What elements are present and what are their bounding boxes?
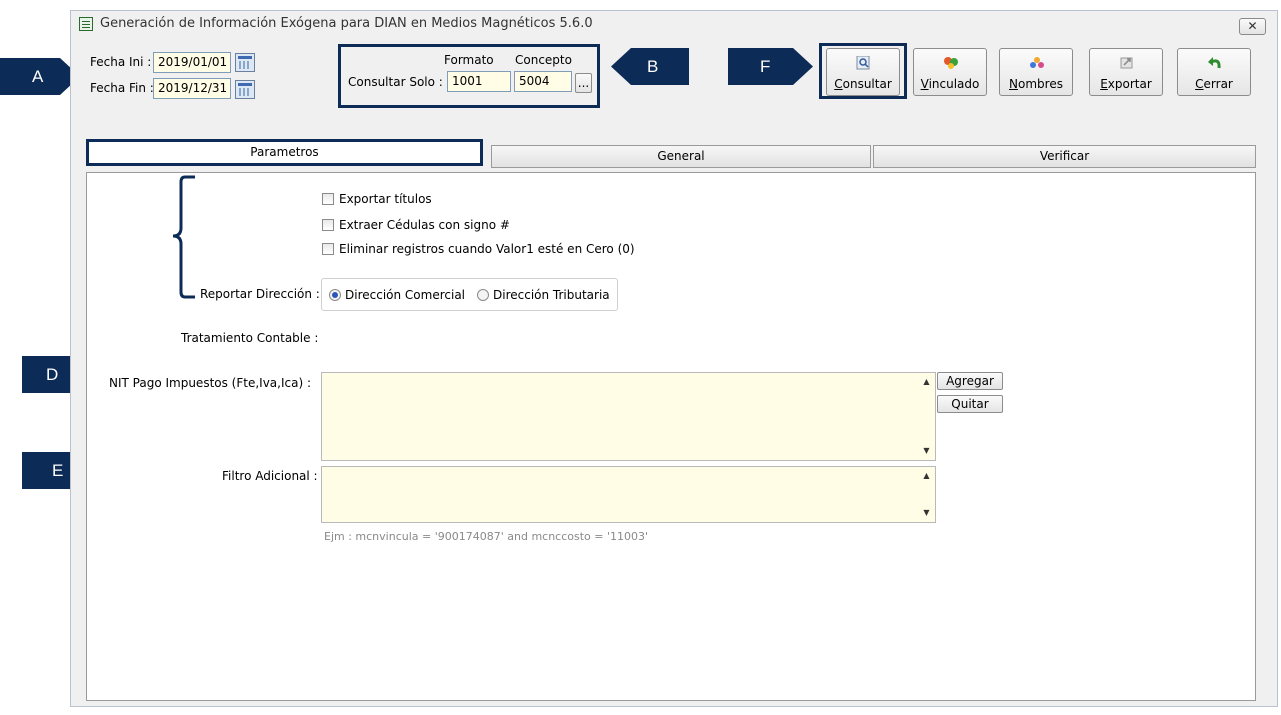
parametros-panel: Exportar títulos Extraer Cédulas con sig…: [86, 172, 1256, 701]
annotation-d-label: D: [46, 365, 59, 384]
undo-arrow-icon: [1208, 57, 1221, 69]
formato-field[interactable]: 1001: [447, 71, 511, 92]
vinculado-label: Vinculado: [920, 77, 980, 91]
direccion-tributaria-radio[interactable]: [477, 289, 489, 301]
agregar-button[interactable]: Agregar: [937, 372, 1003, 390]
filtro-adicional-label: Filtro Adicional :: [222, 469, 318, 483]
nit-pago-impuestos-textarea[interactable]: ▲ ▼: [321, 372, 936, 461]
tab-verificar[interactable]: Verificar: [873, 145, 1256, 168]
tab-parametros-label: Parametros: [250, 145, 319, 159]
export-icon: [1120, 57, 1133, 69]
annotation-f: F: [728, 48, 813, 85]
magnifier-icon: [856, 56, 870, 70]
direccion-comercial-radio[interactable]: [329, 289, 341, 301]
spreadsheet-app-icon: [79, 17, 93, 31]
cerrar-label: Cerrar: [1195, 77, 1233, 91]
nit-scrollbar[interactable]: ▲ ▼: [918, 373, 935, 460]
tab-verificar-label: Verificar: [1039, 149, 1090, 163]
consultar-label: Consultar: [834, 77, 892, 91]
exportar-button[interactable]: Exportar: [1089, 48, 1163, 96]
formato-header: Formato: [444, 53, 494, 67]
tab-parametros[interactable]: Parametros: [86, 139, 483, 166]
direccion-comercial-label: Dirección Comercial: [345, 288, 465, 302]
quitar-button[interactable]: Quitar: [937, 395, 1003, 413]
scroll-down-icon[interactable]: ▼: [918, 506, 935, 520]
reportar-direccion-label: Reportar Dirección :: [200, 287, 320, 301]
scroll-up-icon[interactable]: ▲: [918, 375, 935, 389]
exportar-label: Exportar: [1100, 77, 1152, 91]
main-window: Generación de Información Exógena para D…: [70, 10, 1278, 707]
consultar-solo-label: Consultar Solo :: [348, 75, 443, 89]
extraer-cedulas-label: Extraer Cédulas con signo #: [339, 218, 510, 232]
users-icon: [1030, 57, 1044, 68]
annotation-e-label: E: [52, 461, 64, 480]
exportar-titulos-checkbox[interactable]: [322, 193, 334, 205]
cerrar-button[interactable]: Cerrar: [1177, 48, 1251, 96]
vinculado-button[interactable]: Vinculado: [913, 48, 987, 96]
scroll-up-icon[interactable]: ▲: [918, 469, 935, 483]
fecha-fin-label: Fecha Fin :: [90, 81, 154, 95]
tratamiento-contable-label: Tratamiento Contable :: [181, 331, 319, 345]
eliminar-registros-label: Eliminar registros cuando Valor1 esté en…: [339, 242, 635, 256]
nit-pago-impuestos-label: NIT Pago Impuestos (Fte,Iva,Ica) :: [109, 376, 312, 390]
eliminar-registros-checkbox[interactable]: [322, 243, 334, 255]
tab-general-label: General: [657, 149, 705, 163]
annotation-a: A: [0, 58, 80, 95]
annotation-b: B: [611, 48, 689, 85]
scroll-down-icon[interactable]: ▼: [918, 444, 935, 458]
close-icon: ✕: [1247, 19, 1258, 33]
annotation-a-label: A: [32, 67, 44, 86]
concepto-header: Concepto: [515, 53, 572, 67]
window-title: Generación de Información Exógena para D…: [100, 16, 593, 31]
nombres-button[interactable]: Nombres: [999, 48, 1073, 96]
calendar-icon-fecha-ini[interactable]: [235, 53, 255, 72]
filtro-scrollbar[interactable]: ▲ ▼: [918, 467, 935, 522]
annotation-f-label: F: [760, 57, 771, 76]
concepto-field[interactable]: 5004: [514, 71, 572, 92]
annotation-b-label: B: [647, 57, 659, 76]
fecha-ini-label: Fecha Ini :: [90, 55, 152, 69]
nombres-label: Nombres: [1009, 77, 1063, 91]
consultar-button[interactable]: Consultar: [826, 48, 900, 96]
window-close-button[interactable]: ✕: [1239, 18, 1266, 35]
extraer-cedulas-checkbox[interactable]: [322, 219, 334, 231]
direccion-tributaria-label: Dirección Tributaria: [493, 288, 610, 302]
title-bar: Generación de Información Exógena para D…: [71, 11, 1277, 39]
exportar-titulos-label: Exportar títulos: [339, 192, 432, 206]
filtro-example-hint: Ejm : mcnvincula = '900174087' and mcncc…: [324, 530, 649, 543]
tab-general[interactable]: General: [491, 145, 871, 168]
bracket-c: [172, 175, 195, 299]
people-link-icon: [944, 57, 958, 69]
calendar-icon-fecha-fin[interactable]: [235, 80, 255, 99]
fecha-ini-field[interactable]: 2019/01/01: [153, 52, 231, 73]
filtro-adicional-textarea[interactable]: ▲ ▼: [321, 466, 936, 523]
fecha-fin-field[interactable]: 2019/12/31: [153, 78, 231, 99]
concepto-lookup-button[interactable]: ...: [575, 73, 592, 93]
